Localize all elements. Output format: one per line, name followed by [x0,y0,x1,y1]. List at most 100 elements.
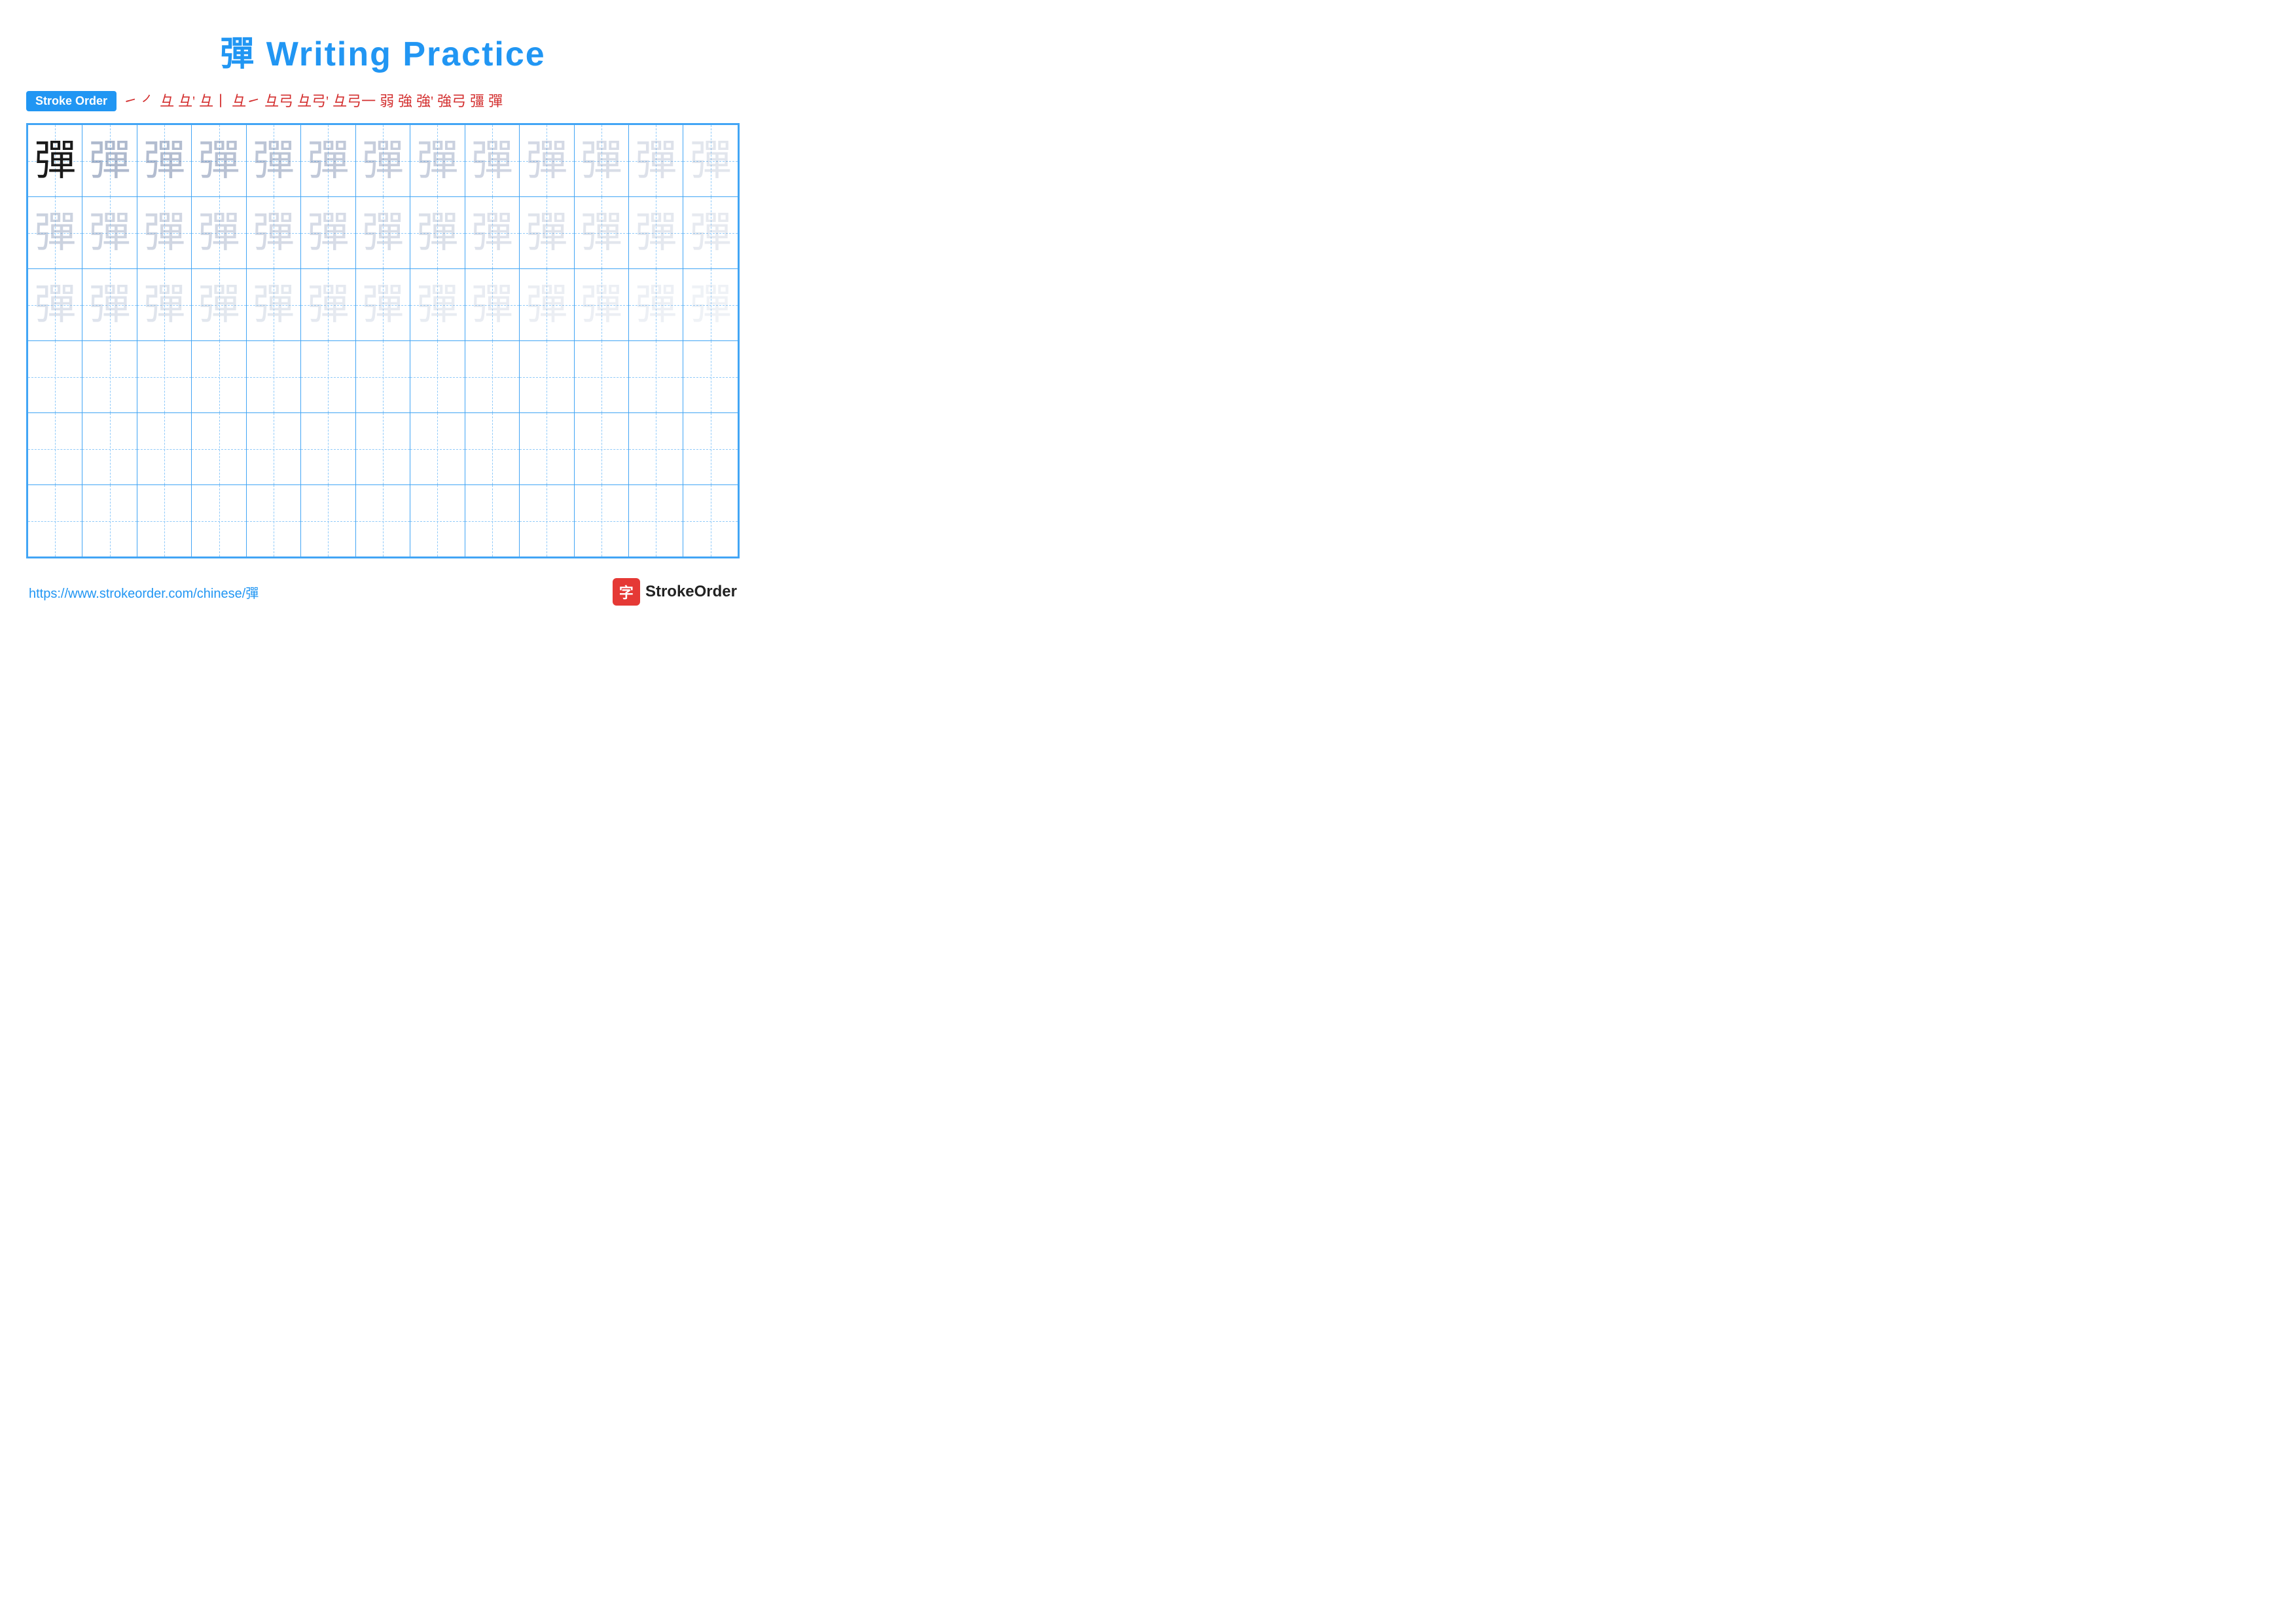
grid-cell-2-5[interactable]: 彈 [301,269,355,341]
grid-cell-2-7[interactable]: 彈 [410,269,465,341]
grid-cell-1-9[interactable]: 彈 [520,197,574,269]
grid-cell-5-1[interactable] [82,485,137,557]
grid-cell-5-8[interactable] [465,485,519,557]
grid-cell-4-9[interactable] [520,413,574,485]
grid-cell-4-11[interactable] [628,413,683,485]
cell-char-0-3: 彈 [198,137,240,184]
grid-cell-1-0[interactable]: 彈 [28,197,82,269]
grid-cell-4-8[interactable] [465,413,519,485]
grid-cell-3-6[interactable] [355,341,410,413]
grid-cell-4-6[interactable] [355,413,410,485]
grid-cell-1-6[interactable]: 彈 [355,197,410,269]
grid-cell-1-5[interactable]: 彈 [301,197,355,269]
grid-cell-0-5[interactable]: 彈 [301,125,355,197]
grid-cell-5-4[interactable] [246,485,300,557]
grid-cell-3-1[interactable] [82,341,137,413]
stroke-step-12: 強弓 [437,94,466,109]
footer-url[interactable]: https://www.strokeorder.com/chinese/彈 [29,583,259,602]
stroke-step-5: 彑㇀ [232,94,260,109]
practice-grid: 彈彈彈彈彈彈彈彈彈彈彈彈彈彈彈彈彈彈彈彈彈彈彈彈彈彈彈彈彈彈彈彈彈彈彈彈彈彈彈 [27,124,738,557]
brand-name: StrokeOrder [645,583,737,601]
grid-cell-2-11[interactable]: 彈 [628,269,683,341]
grid-cell-4-12[interactable] [683,413,738,485]
grid-cell-2-1[interactable]: 彈 [82,269,137,341]
grid-cell-5-0[interactable] [28,485,82,557]
grid-cell-5-12[interactable] [683,485,738,557]
stroke-step-3: 彑' [178,94,195,109]
grid-cell-1-8[interactable]: 彈 [465,197,519,269]
grid-cell-5-7[interactable] [410,485,465,557]
grid-cell-0-2[interactable]: 彈 [137,125,191,197]
grid-cell-4-7[interactable] [410,413,465,485]
grid-cell-2-2[interactable]: 彈 [137,269,191,341]
cell-char-2-1: 彈 [89,282,131,328]
grid-cell-3-8[interactable] [465,341,519,413]
grid-cell-1-2[interactable]: 彈 [137,197,191,269]
grid-cell-3-12[interactable] [683,341,738,413]
grid-row-1: 彈彈彈彈彈彈彈彈彈彈彈彈彈 [28,197,738,269]
grid-cell-3-2[interactable] [137,341,191,413]
grid-cell-1-7[interactable]: 彈 [410,197,465,269]
grid-cell-0-7[interactable]: 彈 [410,125,465,197]
grid-cell-3-9[interactable] [520,341,574,413]
grid-cell-1-4[interactable]: 彈 [246,197,300,269]
footer: https://www.strokeorder.com/chinese/彈 字 … [26,578,740,606]
stroke-order-badge: Stroke Order [26,91,117,111]
grid-cell-5-2[interactable] [137,485,191,557]
cell-char-1-7: 彈 [416,210,458,256]
grid-cell-5-11[interactable] [628,485,683,557]
grid-cell-3-10[interactable] [574,341,628,413]
grid-cell-2-9[interactable]: 彈 [520,269,574,341]
grid-cell-3-7[interactable] [410,341,465,413]
grid-cell-0-8[interactable]: 彈 [465,125,519,197]
grid-cell-3-11[interactable] [628,341,683,413]
grid-cell-0-4[interactable]: 彈 [246,125,300,197]
grid-cell-4-2[interactable] [137,413,191,485]
grid-cell-4-0[interactable] [28,413,82,485]
grid-cell-2-0[interactable]: 彈 [28,269,82,341]
grid-cell-1-1[interactable]: 彈 [82,197,137,269]
stroke-step-8: 彑弓一 [332,94,376,109]
grid-cell-1-11[interactable]: 彈 [628,197,683,269]
grid-cell-4-4[interactable] [246,413,300,485]
grid-cell-3-4[interactable] [246,341,300,413]
cell-char-0-5: 彈 [307,137,349,184]
grid-cell-4-3[interactable] [192,413,246,485]
cell-char-0-9: 彈 [526,137,567,184]
grid-cell-0-3[interactable]: 彈 [192,125,246,197]
grid-cell-5-9[interactable] [520,485,574,557]
grid-cell-0-12[interactable]: 彈 [683,125,738,197]
grid-cell-1-12[interactable]: 彈 [683,197,738,269]
grid-cell-0-10[interactable]: 彈 [574,125,628,197]
grid-cell-2-3[interactable]: 彈 [192,269,246,341]
grid-row-0: 彈彈彈彈彈彈彈彈彈彈彈彈彈 [28,125,738,197]
grid-cell-3-0[interactable] [28,341,82,413]
cell-char-1-8: 彈 [471,210,513,256]
grid-cell-3-3[interactable] [192,341,246,413]
grid-cell-4-1[interactable] [82,413,137,485]
grid-cell-1-3[interactable]: 彈 [192,197,246,269]
grid-cell-1-10[interactable]: 彈 [574,197,628,269]
grid-cell-2-12[interactable]: 彈 [683,269,738,341]
cell-char-1-1: 彈 [89,210,131,256]
grid-cell-0-6[interactable]: 彈 [355,125,410,197]
grid-cell-3-5[interactable] [301,341,355,413]
grid-cell-0-0[interactable]: 彈 [28,125,82,197]
cell-char-1-12: 彈 [690,210,732,256]
grid-cell-2-10[interactable]: 彈 [574,269,628,341]
grid-cell-5-6[interactable] [355,485,410,557]
stroke-order-row: Stroke Order ㇀㇒彑彑'彑丨彑㇀彑弓彑弓'彑弓一弱強強'強弓彊彈 [26,91,740,111]
grid-cell-2-6[interactable]: 彈 [355,269,410,341]
grid-cell-5-5[interactable] [301,485,355,557]
grid-cell-0-11[interactable]: 彈 [628,125,683,197]
grid-cell-0-9[interactable]: 彈 [520,125,574,197]
grid-cell-5-10[interactable] [574,485,628,557]
grid-cell-4-10[interactable] [574,413,628,485]
grid-cell-2-4[interactable]: 彈 [246,269,300,341]
cell-char-1-0: 彈 [34,210,76,256]
grid-cell-5-3[interactable] [192,485,246,557]
grid-cell-0-1[interactable]: 彈 [82,125,137,197]
grid-cell-4-5[interactable] [301,413,355,485]
grid-cell-2-8[interactable]: 彈 [465,269,519,341]
cell-char-1-10: 彈 [581,210,622,256]
